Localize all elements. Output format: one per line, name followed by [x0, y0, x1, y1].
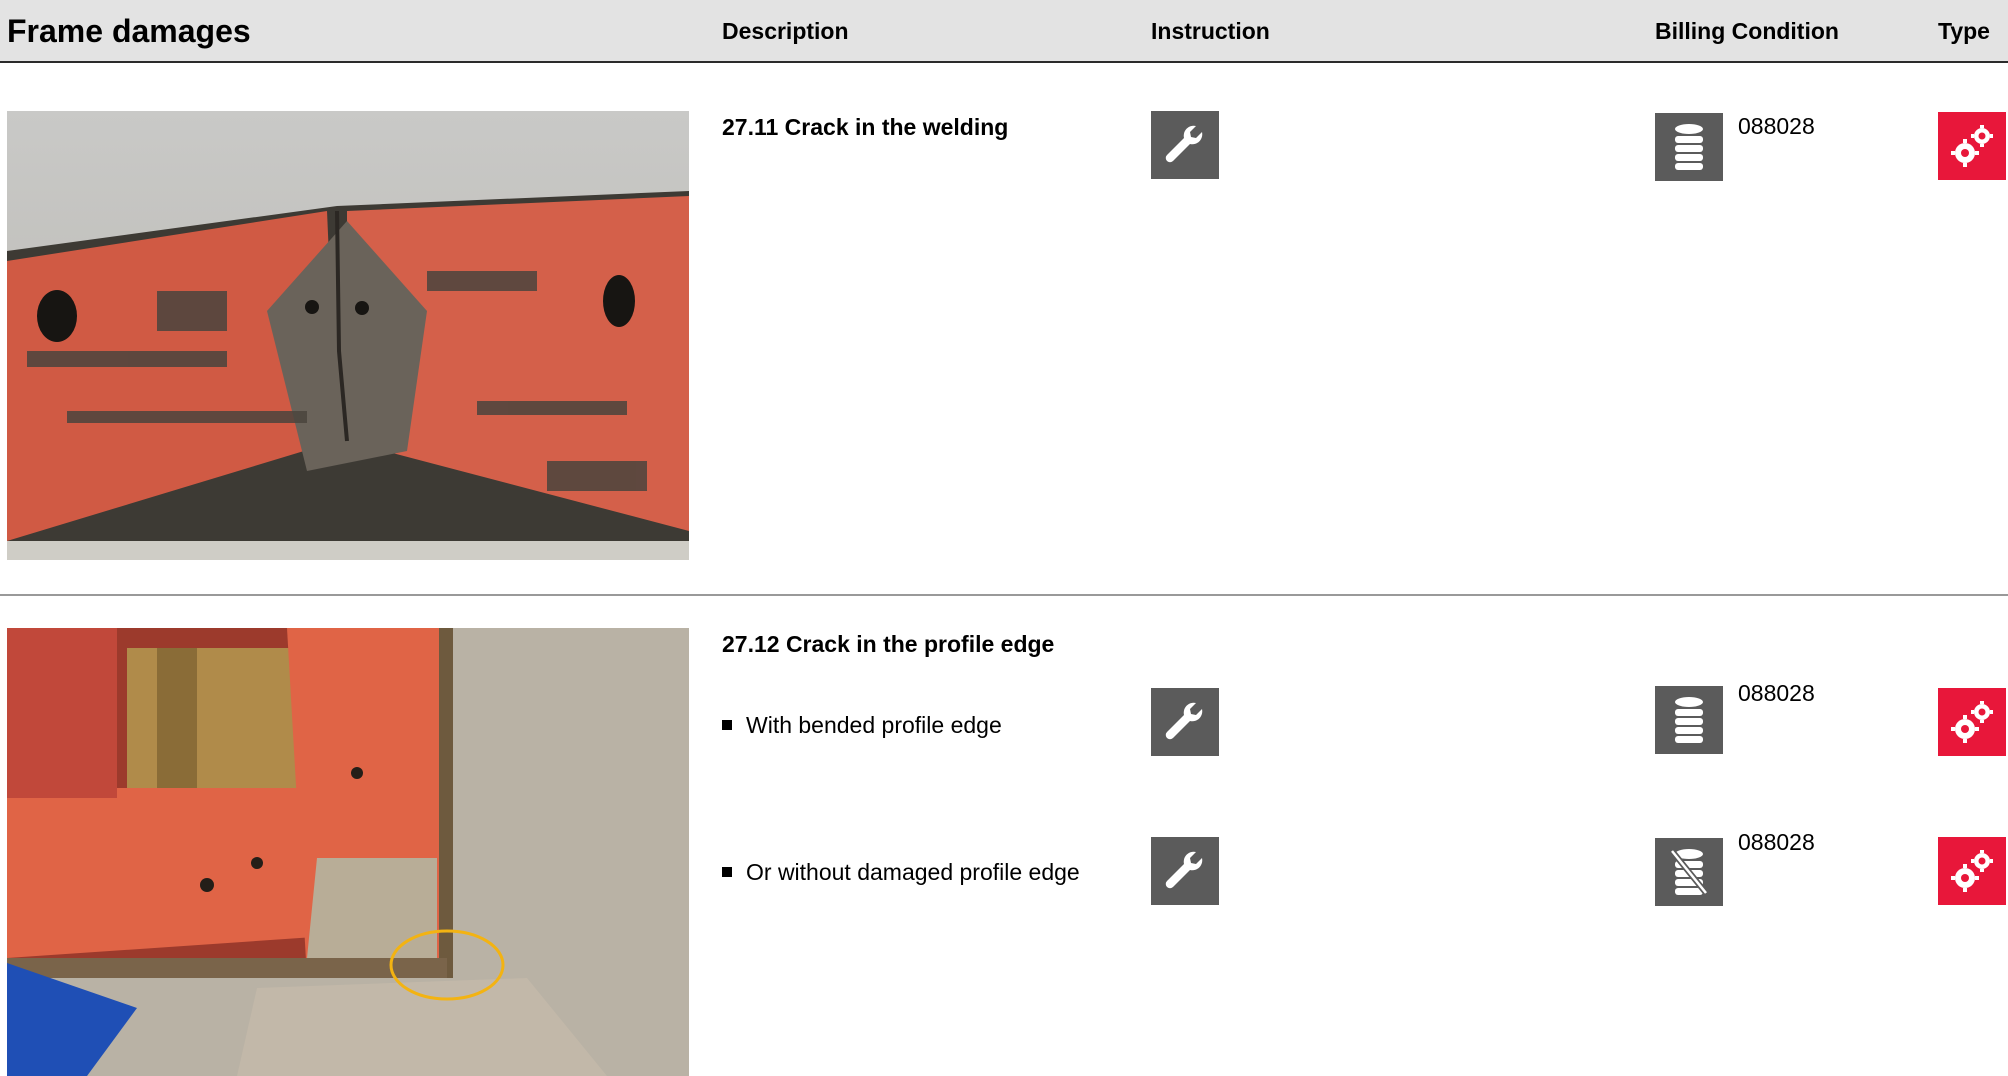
column-header-type: Type: [1938, 18, 1990, 44]
billing-code: 088028: [1738, 680, 1815, 706]
gears-icon: [1938, 112, 2006, 180]
gears-icon: [1938, 688, 2006, 756]
column-header-billing-condition: Billing Condition: [1655, 18, 1839, 44]
wrench-icon[interactable]: [1151, 688, 1219, 756]
photo-crack-in-welding: [7, 111, 689, 560]
bullet-icon: [722, 867, 732, 877]
column-header-description: Description: [722, 18, 849, 44]
item-title: 27.12 Crack in the profile edge: [722, 631, 1055, 657]
column-header-instruction: Instruction: [1151, 18, 1270, 44]
item-title: 27.11 Crack in the welding: [722, 114, 1009, 140]
list-item: With bended profile edge: [722, 711, 1002, 739]
bullet-icon: [722, 720, 732, 730]
list-item: Or without damaged profile edge: [722, 858, 1080, 886]
billing-code: 088028: [1738, 829, 1815, 855]
photo-crack-in-profile-edge: [7, 628, 689, 1076]
wrench-icon[interactable]: [1151, 837, 1219, 905]
table-header: Frame damages Description Instruction Bi…: [0, 0, 2008, 63]
billing-code: 088028: [1738, 113, 1815, 139]
page-title: Frame damages: [7, 13, 251, 49]
coin-stack-icon: [1655, 686, 1723, 754]
coin-stack-crossed-icon: [1655, 838, 1723, 906]
wrench-icon[interactable]: [1151, 111, 1219, 179]
gears-icon: [1938, 837, 2006, 905]
coin-stack-icon: [1655, 113, 1723, 181]
row-divider: [0, 594, 2008, 596]
